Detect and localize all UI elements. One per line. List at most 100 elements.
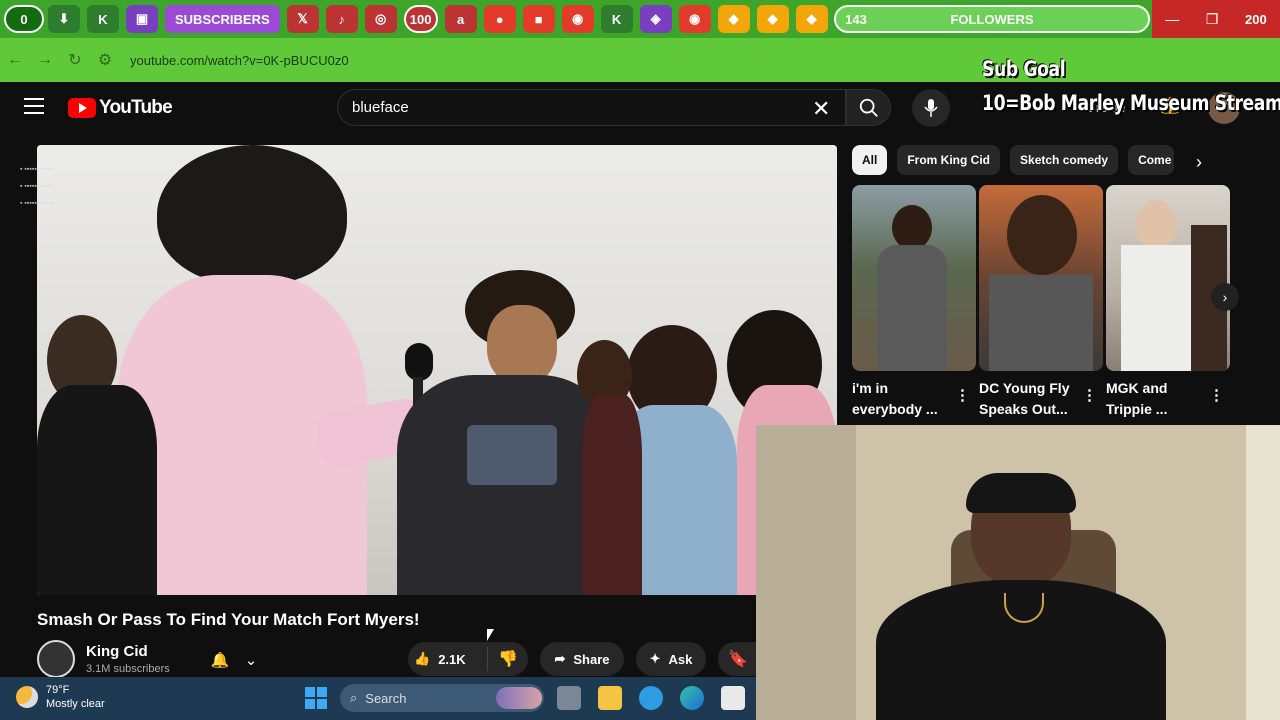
channel-subscriber-count: 3.1M subscribers bbox=[86, 663, 170, 675]
taskbar-search[interactable]: ⌕ Search bbox=[340, 684, 544, 712]
like-dislike-group: 👍 2.1K 👎 bbox=[408, 642, 528, 676]
ask-label: Ask bbox=[668, 651, 693, 667]
youtube-play-icon bbox=[68, 98, 96, 118]
maximize-icon[interactable]: ❐ bbox=[1206, 11, 1219, 28]
amazon-icon: a bbox=[444, 5, 477, 33]
short-title-line: i'm in bbox=[852, 380, 888, 396]
search-button[interactable] bbox=[846, 89, 891, 126]
x-icon: 𝕏 bbox=[286, 5, 319, 33]
video-title: Smash Or Pass To Find Your Match Fort My… bbox=[37, 610, 420, 629]
short-thumbnail[interactable] bbox=[852, 185, 976, 371]
sub-goal-label: Sub Goal bbox=[982, 57, 1066, 81]
app-icon: ■ bbox=[522, 5, 555, 33]
followers-bar: 143 FOLLOWERS bbox=[834, 5, 1150, 33]
channel-name[interactable]: King Cid bbox=[86, 643, 148, 660]
short-title[interactable]: MGK and Trippie ... bbox=[1106, 378, 1206, 420]
chip-comedy[interactable]: Come bbox=[1128, 145, 1175, 175]
bookmark-icon: 🔖 bbox=[728, 651, 748, 668]
microphone-icon bbox=[924, 99, 938, 117]
more-options-icon[interactable]: ⋮ bbox=[955, 386, 970, 404]
chip-sketch-comedy[interactable]: Sketch comedy bbox=[1010, 145, 1119, 175]
discord-icon: ◉ bbox=[561, 5, 594, 33]
minimize-icon[interactable]: — bbox=[1165, 11, 1179, 27]
kick-icon: K bbox=[87, 5, 119, 33]
short-thumbnail[interactable] bbox=[1106, 185, 1230, 371]
weather-text: 79°F Mostly clear bbox=[46, 683, 105, 711]
taskbar-search-label: Search bbox=[365, 690, 407, 706]
task-view-icon[interactable] bbox=[557, 686, 581, 710]
short-title-line: DC Young Fly bbox=[979, 380, 1070, 396]
followers-count: 143 bbox=[845, 11, 867, 27]
microphone-prop bbox=[405, 343, 433, 381]
chevron-right-icon: › bbox=[1222, 289, 1228, 305]
room-wall bbox=[756, 425, 856, 720]
downloads-icon: ⬇ bbox=[48, 5, 80, 33]
search-highlight-image bbox=[496, 687, 542, 709]
store-icon[interactable] bbox=[721, 686, 745, 710]
subscription-notifications-button[interactable]: 🔔 ⌄ bbox=[203, 644, 265, 676]
chip-from-channel[interactable]: From King Cid bbox=[897, 145, 1001, 175]
search-input[interactable]: blueface bbox=[337, 89, 846, 126]
kick-icon: K bbox=[600, 5, 633, 33]
voice-search-button[interactable] bbox=[912, 89, 950, 127]
app-icon: ◈ bbox=[639, 5, 672, 33]
browser-icon[interactable] bbox=[639, 686, 663, 710]
weather-condition: Mostly clear bbox=[46, 698, 105, 710]
hamburger-menu-icon[interactable] bbox=[24, 98, 44, 114]
chip-all[interactable]: All bbox=[852, 145, 888, 175]
binance-icon: ◆ bbox=[717, 5, 750, 33]
like-button[interactable]: 👍 2.1K bbox=[408, 647, 488, 671]
save-button[interactable]: 🔖 bbox=[718, 642, 758, 676]
chat-message: ▪ ▪▪▪▪▪▪▪▪▪▪▪▪ bbox=[20, 166, 55, 173]
chevron-down-icon: ⌄ bbox=[244, 652, 258, 669]
room-window bbox=[1246, 425, 1280, 720]
shirt-graphic bbox=[467, 425, 557, 485]
chat-message: ▪ ▪▪▪▪▪▪▪▪▪▪▪▪ bbox=[20, 183, 55, 190]
clear-search-icon[interactable]: ✕ bbox=[812, 96, 830, 122]
webcam-overlay bbox=[756, 425, 1280, 720]
short-title-line: Speaks Out... bbox=[979, 401, 1068, 417]
shorts-next-button[interactable]: › bbox=[1211, 283, 1239, 311]
short-title[interactable]: DC Young Fly Speaks Out... bbox=[979, 378, 1079, 420]
site-info-icon[interactable]: ⚙ bbox=[90, 50, 120, 70]
edge-icon[interactable] bbox=[680, 686, 704, 710]
forward-icon[interactable]: → bbox=[30, 51, 60, 69]
short-title[interactable]: i'm in everybody ... bbox=[852, 378, 952, 420]
short-thumbnail[interactable] bbox=[979, 185, 1103, 371]
chevron-right-icon[interactable]: › bbox=[1196, 152, 1202, 173]
count-badge: 100 bbox=[403, 5, 438, 33]
app-icon: ● bbox=[483, 5, 516, 33]
filter-chips: All From King Cid Sketch comedy Come bbox=[852, 145, 1175, 177]
channel-avatar[interactable] bbox=[37, 640, 75, 678]
more-options-icon[interactable]: ⋮ bbox=[1082, 386, 1097, 404]
share-button[interactable]: ➦ Share bbox=[540, 642, 624, 676]
weather-temp: 79°F bbox=[46, 684, 70, 696]
person-figure bbox=[37, 385, 157, 595]
short-title-line: Trippie ... bbox=[1106, 401, 1168, 417]
dislike-button[interactable]: 👎 bbox=[488, 649, 528, 669]
file-explorer-icon[interactable] bbox=[598, 686, 622, 710]
sparkle-icon: ✦ bbox=[649, 651, 661, 666]
binance-icon: ◆ bbox=[795, 5, 828, 33]
person-figure bbox=[487, 305, 557, 385]
sub-goal-text: 10=Bob Marley Museum Stream bbox=[982, 91, 1280, 115]
search-icon: ⌕ bbox=[350, 690, 358, 705]
weather-widget[interactable]: 79°F Mostly clear bbox=[16, 683, 105, 711]
back-icon[interactable]: ← bbox=[0, 51, 30, 69]
subscribers-label: SUBSCRIBERS bbox=[165, 5, 280, 33]
url-field[interactable]: youtube.com/watch?v=0K-pBUCU0z0 bbox=[130, 53, 349, 68]
mouse-cursor-icon bbox=[487, 629, 497, 641]
twitch-icon: ▣ bbox=[126, 5, 158, 33]
reload-icon[interactable]: ↻ bbox=[60, 50, 90, 70]
person-figure bbox=[157, 145, 347, 285]
like-count: 2.1K bbox=[438, 651, 466, 667]
window-controls: — ❐ 200 bbox=[1152, 0, 1280, 38]
youtube-logo[interactable]: YouTube bbox=[68, 97, 173, 119]
follower-goal-count: 200 bbox=[1245, 11, 1267, 27]
instagram-icon: ◎ bbox=[364, 5, 397, 33]
windows-start-icon[interactable] bbox=[305, 687, 327, 709]
search-icon bbox=[859, 98, 878, 117]
ask-button[interactable]: ✦ Ask bbox=[636, 642, 706, 676]
subscriber-count: 0 bbox=[4, 5, 44, 33]
more-options-icon[interactable]: ⋮ bbox=[1209, 386, 1224, 404]
